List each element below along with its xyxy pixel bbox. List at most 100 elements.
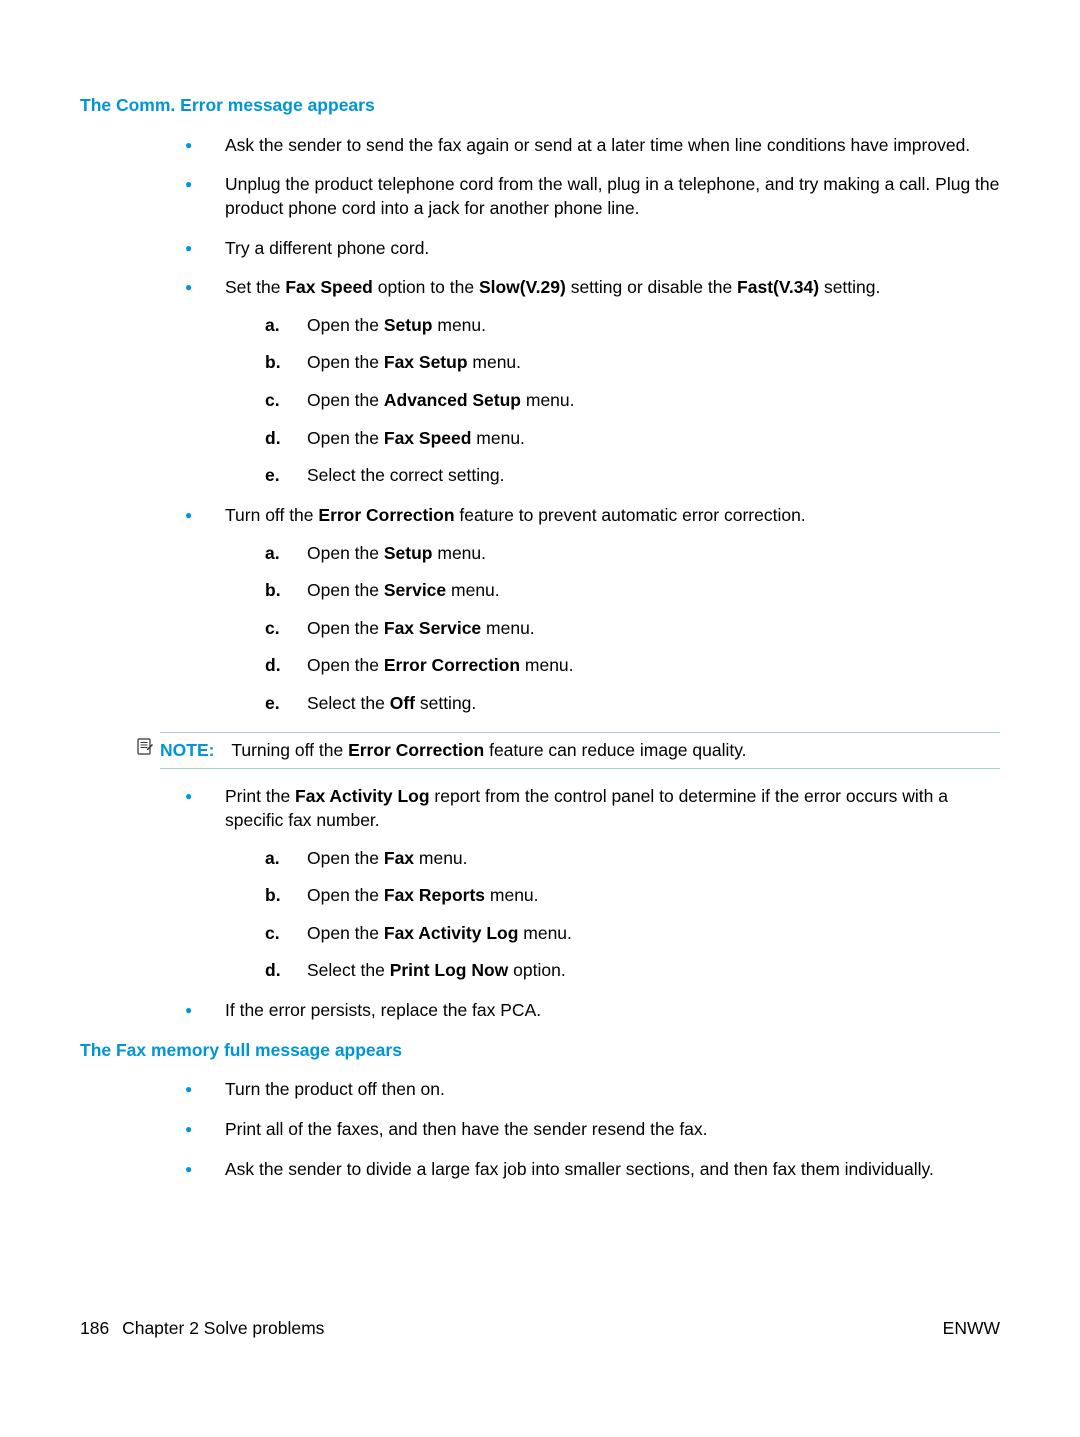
bold-text: Print Log Now — [390, 960, 509, 980]
list-item: Try a different phone cord. — [185, 237, 1000, 261]
heading-mem-full: The Fax memory full message appears — [80, 1039, 1000, 1063]
body-text: menu. — [481, 618, 535, 638]
note-callout: NOTE: Turning off the Error Correction f… — [160, 732, 1000, 770]
step-label: a. — [265, 542, 280, 566]
body-text: Try a different phone cord. — [225, 238, 429, 258]
list-item: Turn the product off then on. — [185, 1078, 1000, 1102]
body-text: Ask the sender to divide a large fax job… — [225, 1159, 934, 1179]
body-text: Open the — [307, 352, 384, 372]
bold-text: Fax Reports — [384, 885, 485, 905]
body-text: menu. — [521, 390, 575, 410]
body-text: Turn the product off then on. — [225, 1079, 445, 1099]
bold-text: Slow(V.29) — [479, 277, 566, 297]
chapter-title: Chapter 2 Solve problems — [122, 1318, 324, 1338]
page-content: The Comm. Error message appears Ask the … — [80, 94, 1000, 1181]
body-text: Unplug the product telephone cord from t… — [225, 174, 999, 218]
body-text: option to the — [373, 277, 479, 297]
body-text: Open the — [307, 618, 384, 638]
step-label: d. — [265, 959, 281, 983]
body-text: menu. — [468, 352, 522, 372]
body-text: setting. — [819, 277, 880, 297]
body-text: Ask the sender to send the fax again or … — [225, 135, 970, 155]
body-text: Open the — [307, 848, 384, 868]
list-item: d. Open the Fax Speed menu. — [265, 427, 1000, 451]
step-label: d. — [265, 654, 281, 678]
step-label: a. — [265, 847, 280, 871]
list-item: e.Select the Off setting. — [265, 692, 1000, 716]
list-item: Unplug the product telephone cord from t… — [185, 173, 1000, 220]
body-text: Open the — [307, 885, 384, 905]
body-text: Select the correct setting. — [307, 465, 504, 485]
body-text: feature can reduce image quality. — [484, 740, 746, 760]
body-text: menu. — [485, 885, 539, 905]
bold-text: Error Correction — [384, 655, 520, 675]
page-number: 186 — [80, 1318, 109, 1338]
body-text: Open the — [307, 580, 384, 600]
bold-text: Fax Activity Log — [384, 923, 519, 943]
body-text: Open the — [307, 655, 384, 675]
body-text: Turn off the — [225, 505, 318, 525]
bold-text: Fax Speed — [384, 428, 472, 448]
body-text: menu. — [414, 848, 468, 868]
body-text: Print the — [225, 786, 295, 806]
list-item: c.Open the Fax Service menu. — [265, 617, 1000, 641]
bold-text: Fax Activity Log — [295, 786, 430, 806]
list-item: b.Open the Fax Reports menu. — [265, 884, 1000, 908]
body-text: option. — [508, 960, 565, 980]
step-label: c. — [265, 922, 280, 946]
body-text: Open the — [307, 315, 384, 335]
list-item: b. Open the Service menu. — [265, 579, 1000, 603]
bullet-list-comm-error: Ask the sender to send the fax again or … — [80, 134, 1000, 716]
list-item: Print the Fax Activity Log report from t… — [185, 785, 1000, 983]
list-item: Set the Fax Speed option to the Slow(V.2… — [185, 276, 1000, 488]
body-text: Open the — [307, 543, 384, 563]
ordered-list: a. Open the Fax menu. b.Open the Fax Repo… — [225, 847, 1000, 984]
list-item: c. Open the Advanced Setup menu. — [265, 389, 1000, 413]
step-label: e. — [265, 464, 280, 488]
bold-text: Fax — [384, 848, 414, 868]
step-label: c. — [265, 389, 280, 413]
list-item: b.Open the Fax Setup menu. — [265, 351, 1000, 375]
list-item: d. Select the Print Log Now option. — [265, 959, 1000, 983]
note-label: NOTE: — [160, 740, 214, 760]
step-label: c. — [265, 617, 280, 641]
bold-text: Fax Speed — [285, 277, 373, 297]
list-item: d.Open the Error Correction menu. — [265, 654, 1000, 678]
body-text: Select the — [307, 960, 390, 980]
list-item: Ask the sender to send the fax again or … — [185, 134, 1000, 158]
bold-text: Service — [384, 580, 446, 600]
list-item: a. Open the Setup menu. — [265, 542, 1000, 566]
body-text: setting or disable the — [566, 277, 737, 297]
body-text: Open the — [307, 428, 384, 448]
step-label: d. — [265, 427, 281, 451]
body-text: Print all of the faxes, and then have th… — [225, 1119, 708, 1139]
bold-text: Off — [390, 693, 415, 713]
note-icon — [136, 738, 154, 756]
body-text: menu. — [433, 543, 487, 563]
body-text: menu. — [518, 923, 572, 943]
bullet-list-mem-full: Turn the product off then on. Print all … — [80, 1078, 1000, 1181]
list-item: c.Open the Fax Activity Log menu. — [265, 922, 1000, 946]
body-text: Open the — [307, 390, 384, 410]
list-item: Print all of the faxes, and then have th… — [185, 1118, 1000, 1142]
body-text: feature to prevent automatic error corre… — [455, 505, 806, 525]
bold-text: Setup — [384, 315, 433, 335]
step-label: b. — [265, 579, 281, 603]
ordered-list: a. Open the Setup menu. b. Open the Servic… — [225, 542, 1000, 716]
footer-right: ENWW — [943, 1317, 1000, 1341]
list-item: Turn off the Error Correction feature to… — [185, 504, 1000, 716]
body-text: menu. — [446, 580, 500, 600]
list-item: a.Open the Setup menu. — [265, 314, 1000, 338]
body-text: menu. — [471, 428, 525, 448]
page-footer: 186 Chapter 2 Solve problems ENWW — [80, 1317, 1000, 1341]
footer-left: 186 Chapter 2 Solve problems — [80, 1317, 324, 1341]
bold-text: Setup — [384, 543, 433, 563]
body-text: setting. — [415, 693, 476, 713]
heading-comm-error: The Comm. Error message appears — [80, 94, 1000, 118]
bold-text: Fast(V.34) — [737, 277, 819, 297]
step-label: e. — [265, 692, 280, 716]
step-label: b. — [265, 351, 281, 375]
bold-text: Error Correction — [318, 505, 454, 525]
note-text: Turning off the Error Correction feature… — [231, 740, 746, 760]
bold-text: Advanced Setup — [384, 390, 521, 410]
